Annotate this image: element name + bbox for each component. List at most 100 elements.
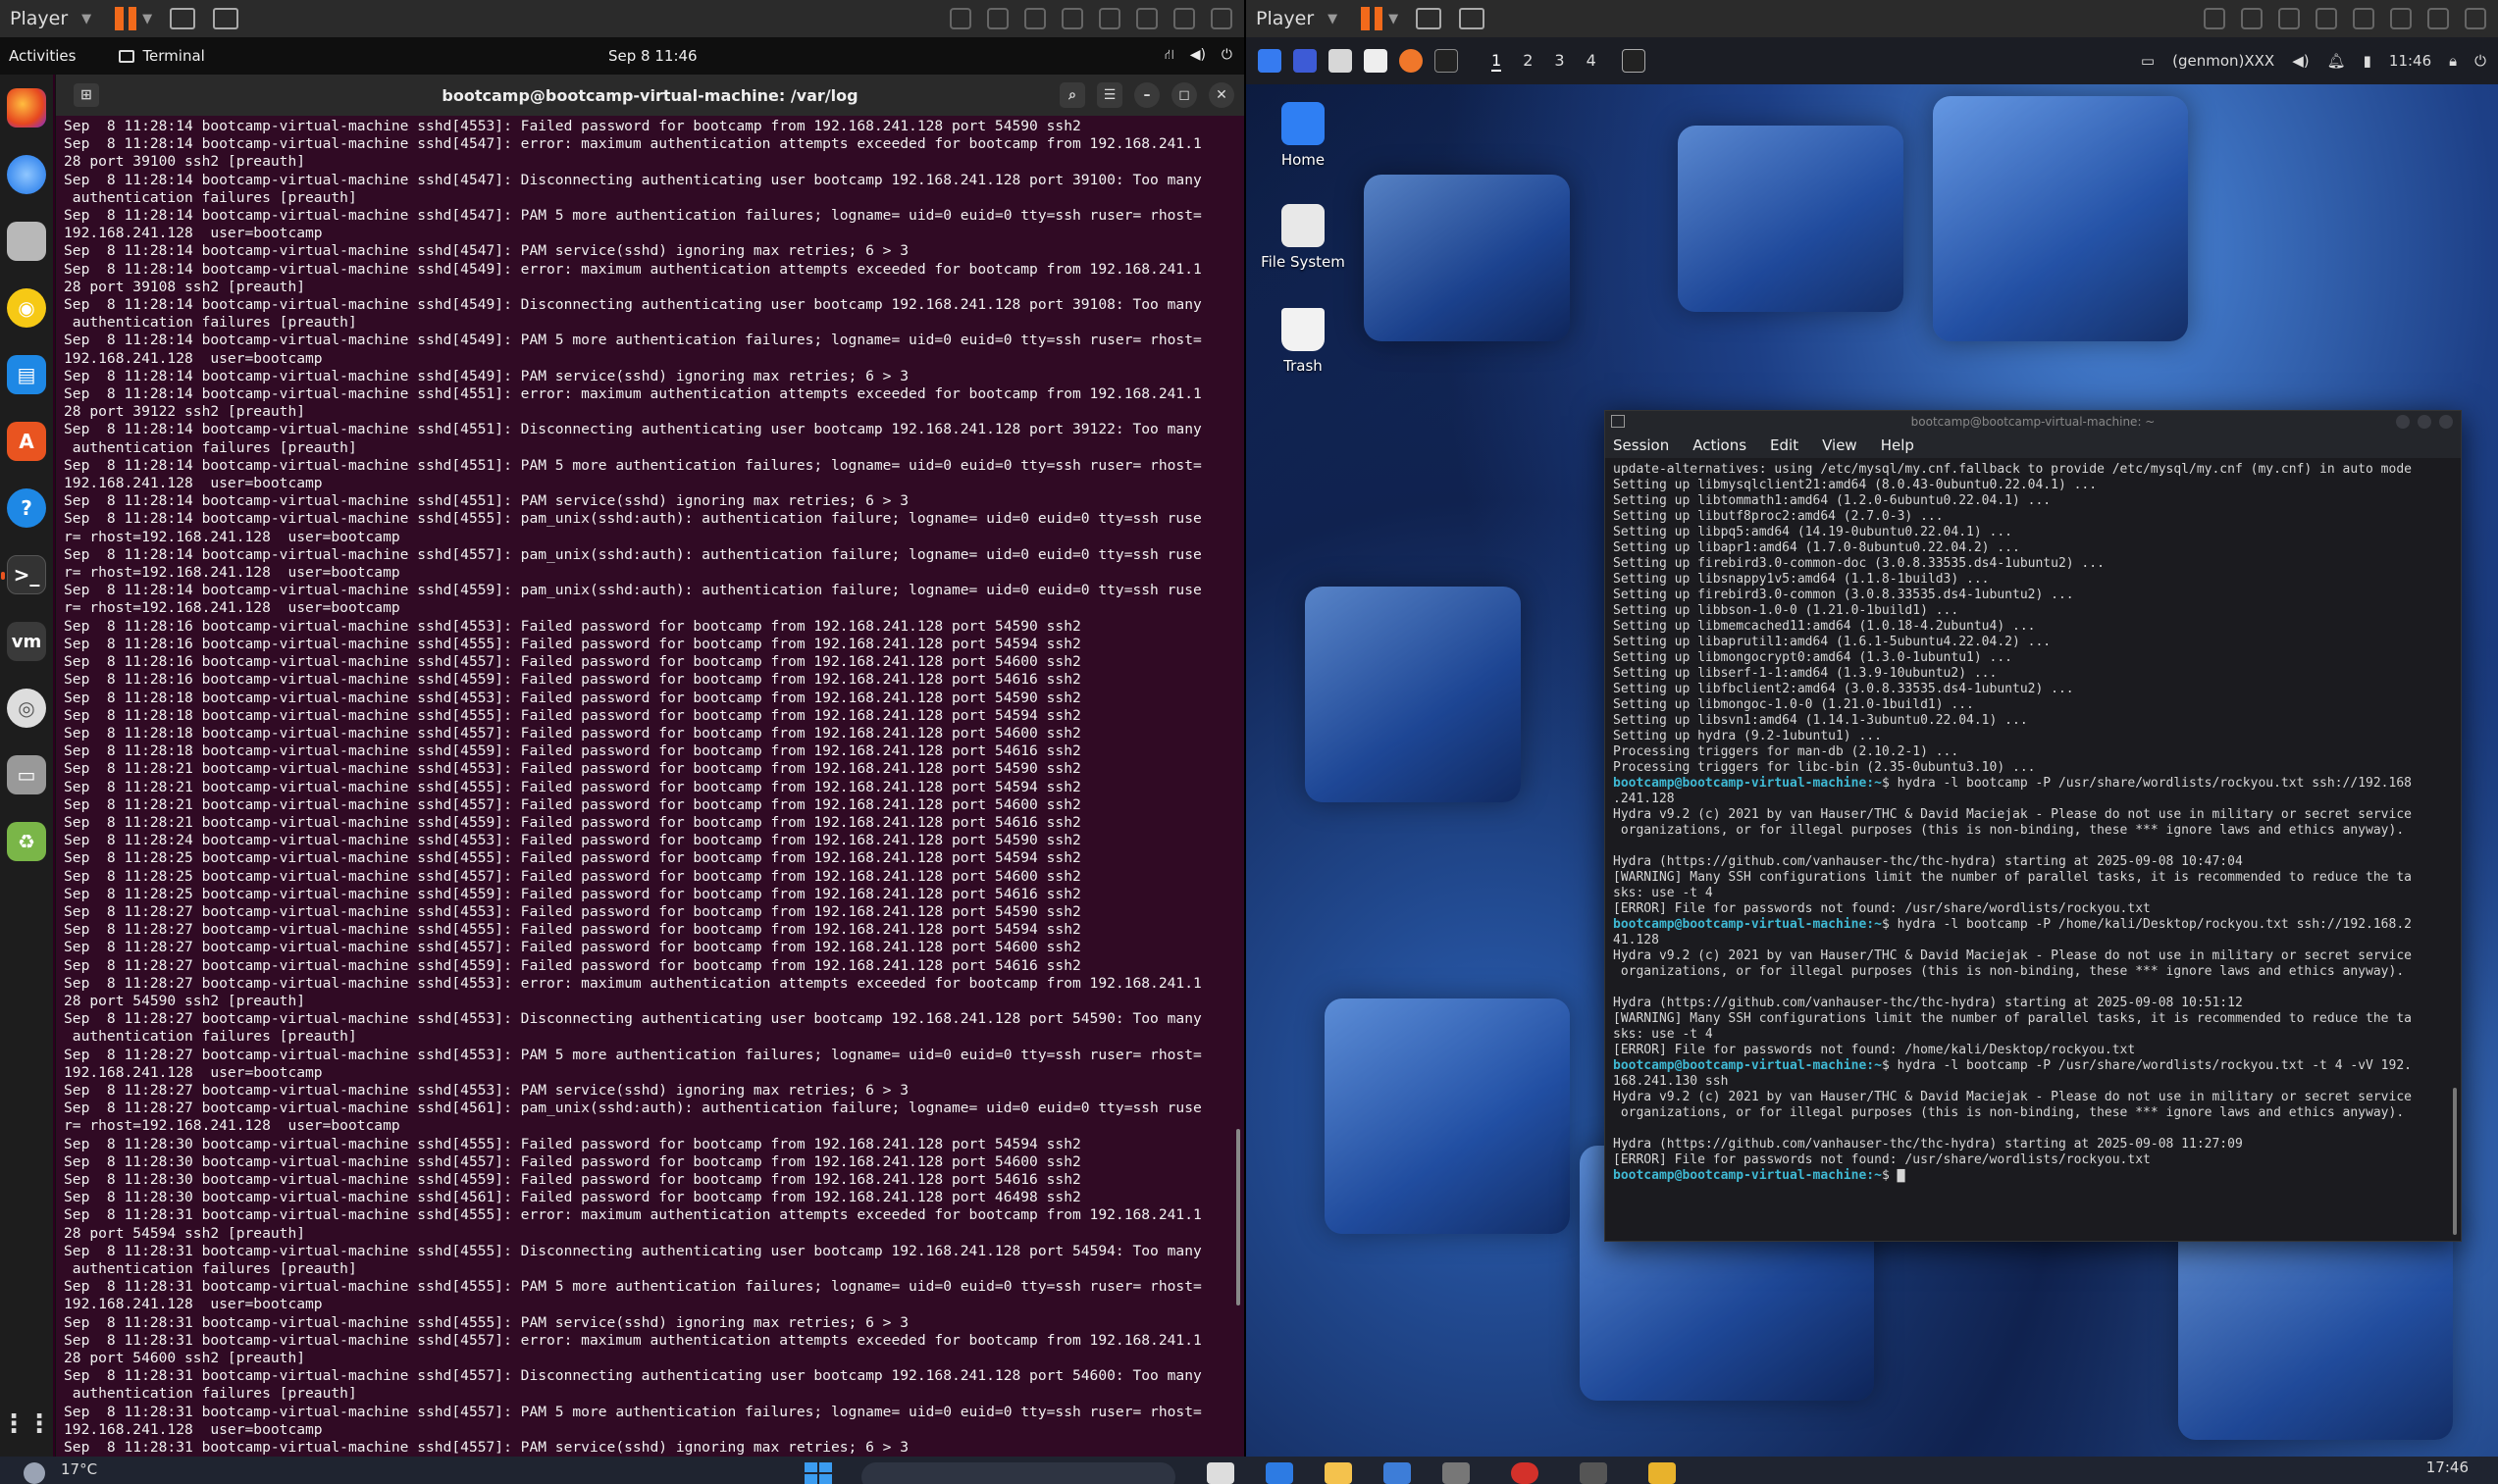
- fullscreen-icon[interactable]: [1459, 8, 1485, 29]
- kali-terminal-window[interactable]: bootcamp@bootcamp-virtual-machine: ~ Ses…: [1604, 410, 2462, 1242]
- terminal-taskbar-icon[interactable]: [1580, 1462, 1607, 1484]
- close-icon[interactable]: ✕: [1209, 82, 1234, 108]
- minimize-icon[interactable]: [2396, 415, 2410, 429]
- files-icon[interactable]: [7, 222, 46, 261]
- workspace-1[interactable]: 1: [1491, 51, 1502, 72]
- firefox-icon[interactable]: [7, 88, 46, 128]
- app-icon[interactable]: [1511, 1462, 1538, 1484]
- maximize-icon[interactable]: [2418, 415, 2431, 429]
- terminal-icon[interactable]: [1434, 49, 1458, 73]
- clock[interactable]: Sep 8 11:46: [608, 47, 698, 65]
- weather-icon[interactable]: [24, 1462, 45, 1484]
- genmon-label[interactable]: (genmon)XXX: [2172, 52, 2274, 70]
- file-explorer-icon[interactable]: [1325, 1462, 1352, 1484]
- software-center-icon[interactable]: A: [7, 422, 46, 461]
- task-view-icon[interactable]: [1207, 1462, 1234, 1484]
- chevron-down-icon[interactable]: ▼: [142, 12, 152, 26]
- file-manager-icon[interactable]: [1328, 49, 1352, 73]
- vmware-icon[interactable]: vm: [7, 622, 46, 661]
- maximize-icon[interactable]: ◻: [1171, 82, 1197, 108]
- send-ctrl-alt-del-icon[interactable]: [170, 8, 196, 29]
- vmware-taskbar-icon[interactable]: [1442, 1462, 1470, 1484]
- terminal-taskbar-icon[interactable]: [1621, 49, 1645, 73]
- battery-icon[interactable]: ▮: [2364, 52, 2371, 70]
- menu-session[interactable]: Session: [1613, 436, 1669, 454]
- weather-label[interactable]: 17°C: [61, 1460, 97, 1478]
- text-editor-icon[interactable]: [1364, 49, 1387, 73]
- firefox-icon[interactable]: [1399, 49, 1423, 73]
- close-icon[interactable]: [2439, 415, 2453, 429]
- cd-icon[interactable]: [1024, 8, 1046, 29]
- activities-button[interactable]: Activities: [9, 47, 76, 65]
- desktop-icon-filesystem[interactable]: File System: [1254, 204, 1352, 271]
- hdd-icon[interactable]: [987, 8, 1009, 29]
- sound-icon[interactable]: [2316, 8, 2337, 29]
- pause-icon[interactable]: [115, 7, 137, 30]
- network-icon[interactable]: [2278, 8, 2300, 29]
- cd-icon[interactable]: [1062, 8, 1083, 29]
- help-icon[interactable]: ?: [7, 488, 46, 528]
- terminal-icon[interactable]: >_: [1, 555, 46, 594]
- chevron-down-icon[interactable]: ▼: [1388, 12, 1398, 26]
- workspace-4[interactable]: 4: [1587, 51, 1596, 72]
- terminal-output[interactable]: Sep 8 11:28:14 bootcamp-virtual-machine …: [56, 116, 1244, 1456]
- device-icon[interactable]: [950, 8, 971, 29]
- new-tab-icon[interactable]: ⊞: [74, 83, 99, 107]
- trash-icon[interactable]: ♻: [7, 822, 46, 861]
- search-icon[interactable]: ⌕: [1060, 82, 1085, 108]
- hamburger-menu-icon[interactable]: ☰: [1097, 82, 1122, 108]
- terminal-scrollbar[interactable]: [1236, 1129, 1240, 1305]
- sound-icon[interactable]: [1173, 8, 1195, 29]
- usb-icon[interactable]: [2353, 8, 2374, 29]
- app-menu-terminal[interactable]: Terminal: [119, 47, 205, 65]
- system-tray[interactable]: ⛙ ◀) ⏻: [1165, 47, 1232, 65]
- writer-icon[interactable]: ▤: [7, 355, 46, 394]
- ubuntu-terminal-window[interactable]: ⊞ bootcamp@bootcamp-virtual-machine: /va…: [55, 75, 1244, 1457]
- pause-icon[interactable]: [1361, 7, 1383, 30]
- show-apps-icon[interactable]: ⋮⋮: [1, 1405, 52, 1444]
- menu-view[interactable]: View: [1822, 436, 1857, 454]
- menu-actions[interactable]: Actions: [1692, 436, 1746, 454]
- kali-terminal-scrollbar[interactable]: [2453, 1088, 2457, 1235]
- edge-icon[interactable]: [1266, 1462, 1293, 1484]
- show-desktop-icon[interactable]: [1293, 49, 1317, 73]
- taskbar-search-box[interactable]: [861, 1462, 1175, 1484]
- disk-drive-icon[interactable]: ▭: [7, 755, 46, 794]
- cd-icon[interactable]: [2241, 8, 2263, 29]
- send-ctrl-alt-del-icon[interactable]: [1416, 8, 1442, 29]
- settings-icon[interactable]: [2427, 8, 2449, 29]
- rhythmbox-icon[interactable]: ◉: [7, 288, 46, 328]
- windows-start-icon[interactable]: [805, 1462, 834, 1484]
- player-menu-button[interactable]: Player ▼: [1246, 0, 1347, 37]
- desktop-icon-trash[interactable]: Trash: [1254, 308, 1352, 375]
- store-icon[interactable]: [1383, 1462, 1411, 1484]
- power-icon[interactable]: ⏻: [2474, 52, 2486, 70]
- notification-icon[interactable]: 🔔︎: [2327, 52, 2346, 70]
- usb-icon[interactable]: [1211, 8, 1232, 29]
- log-line: Sep 8 11:28:14 bootcamp-virtual-machine …: [64, 135, 1202, 153]
- thunderbird-icon[interactable]: [7, 155, 46, 194]
- workspace-2[interactable]: 2: [1523, 51, 1533, 72]
- menu-edit[interactable]: Edit: [1770, 436, 1798, 454]
- disc-icon[interactable]: ◎: [7, 689, 46, 728]
- fullscreen-icon[interactable]: [213, 8, 239, 29]
- log-line: Sep 8 11:28:21 bootcamp-virtual-machine …: [64, 813, 1081, 831]
- workspace-3[interactable]: 3: [1554, 51, 1564, 72]
- player-menu-button[interactable]: Player ▼: [0, 0, 101, 37]
- monitor-icon[interactable]: ▭: [2141, 52, 2155, 70]
- floppy-icon[interactable]: [1099, 8, 1120, 29]
- folder-taskbar-icon[interactable]: [1648, 1462, 1676, 1484]
- lock-icon[interactable]: 🔒︎: [2449, 52, 2457, 70]
- desktop-icon-home[interactable]: Home: [1254, 102, 1352, 169]
- kali-clock[interactable]: 11:46: [2389, 52, 2431, 70]
- menu-help[interactable]: Help: [1881, 436, 1914, 454]
- volume-icon[interactable]: ◀): [2292, 52, 2309, 70]
- network-icon[interactable]: [1136, 8, 1158, 29]
- host-clock[interactable]: 17:46: [2426, 1458, 2469, 1476]
- minimize-icon[interactable]: –: [1134, 82, 1160, 108]
- hdd-icon[interactable]: [2204, 8, 2225, 29]
- message-icon[interactable]: [2465, 8, 2486, 29]
- kali-menu-icon[interactable]: [1258, 49, 1281, 73]
- usb-icon[interactable]: [2390, 8, 2412, 29]
- kali-terminal-output[interactable]: update-alternatives: using /etc/mysql/my…: [1605, 458, 2461, 1233]
